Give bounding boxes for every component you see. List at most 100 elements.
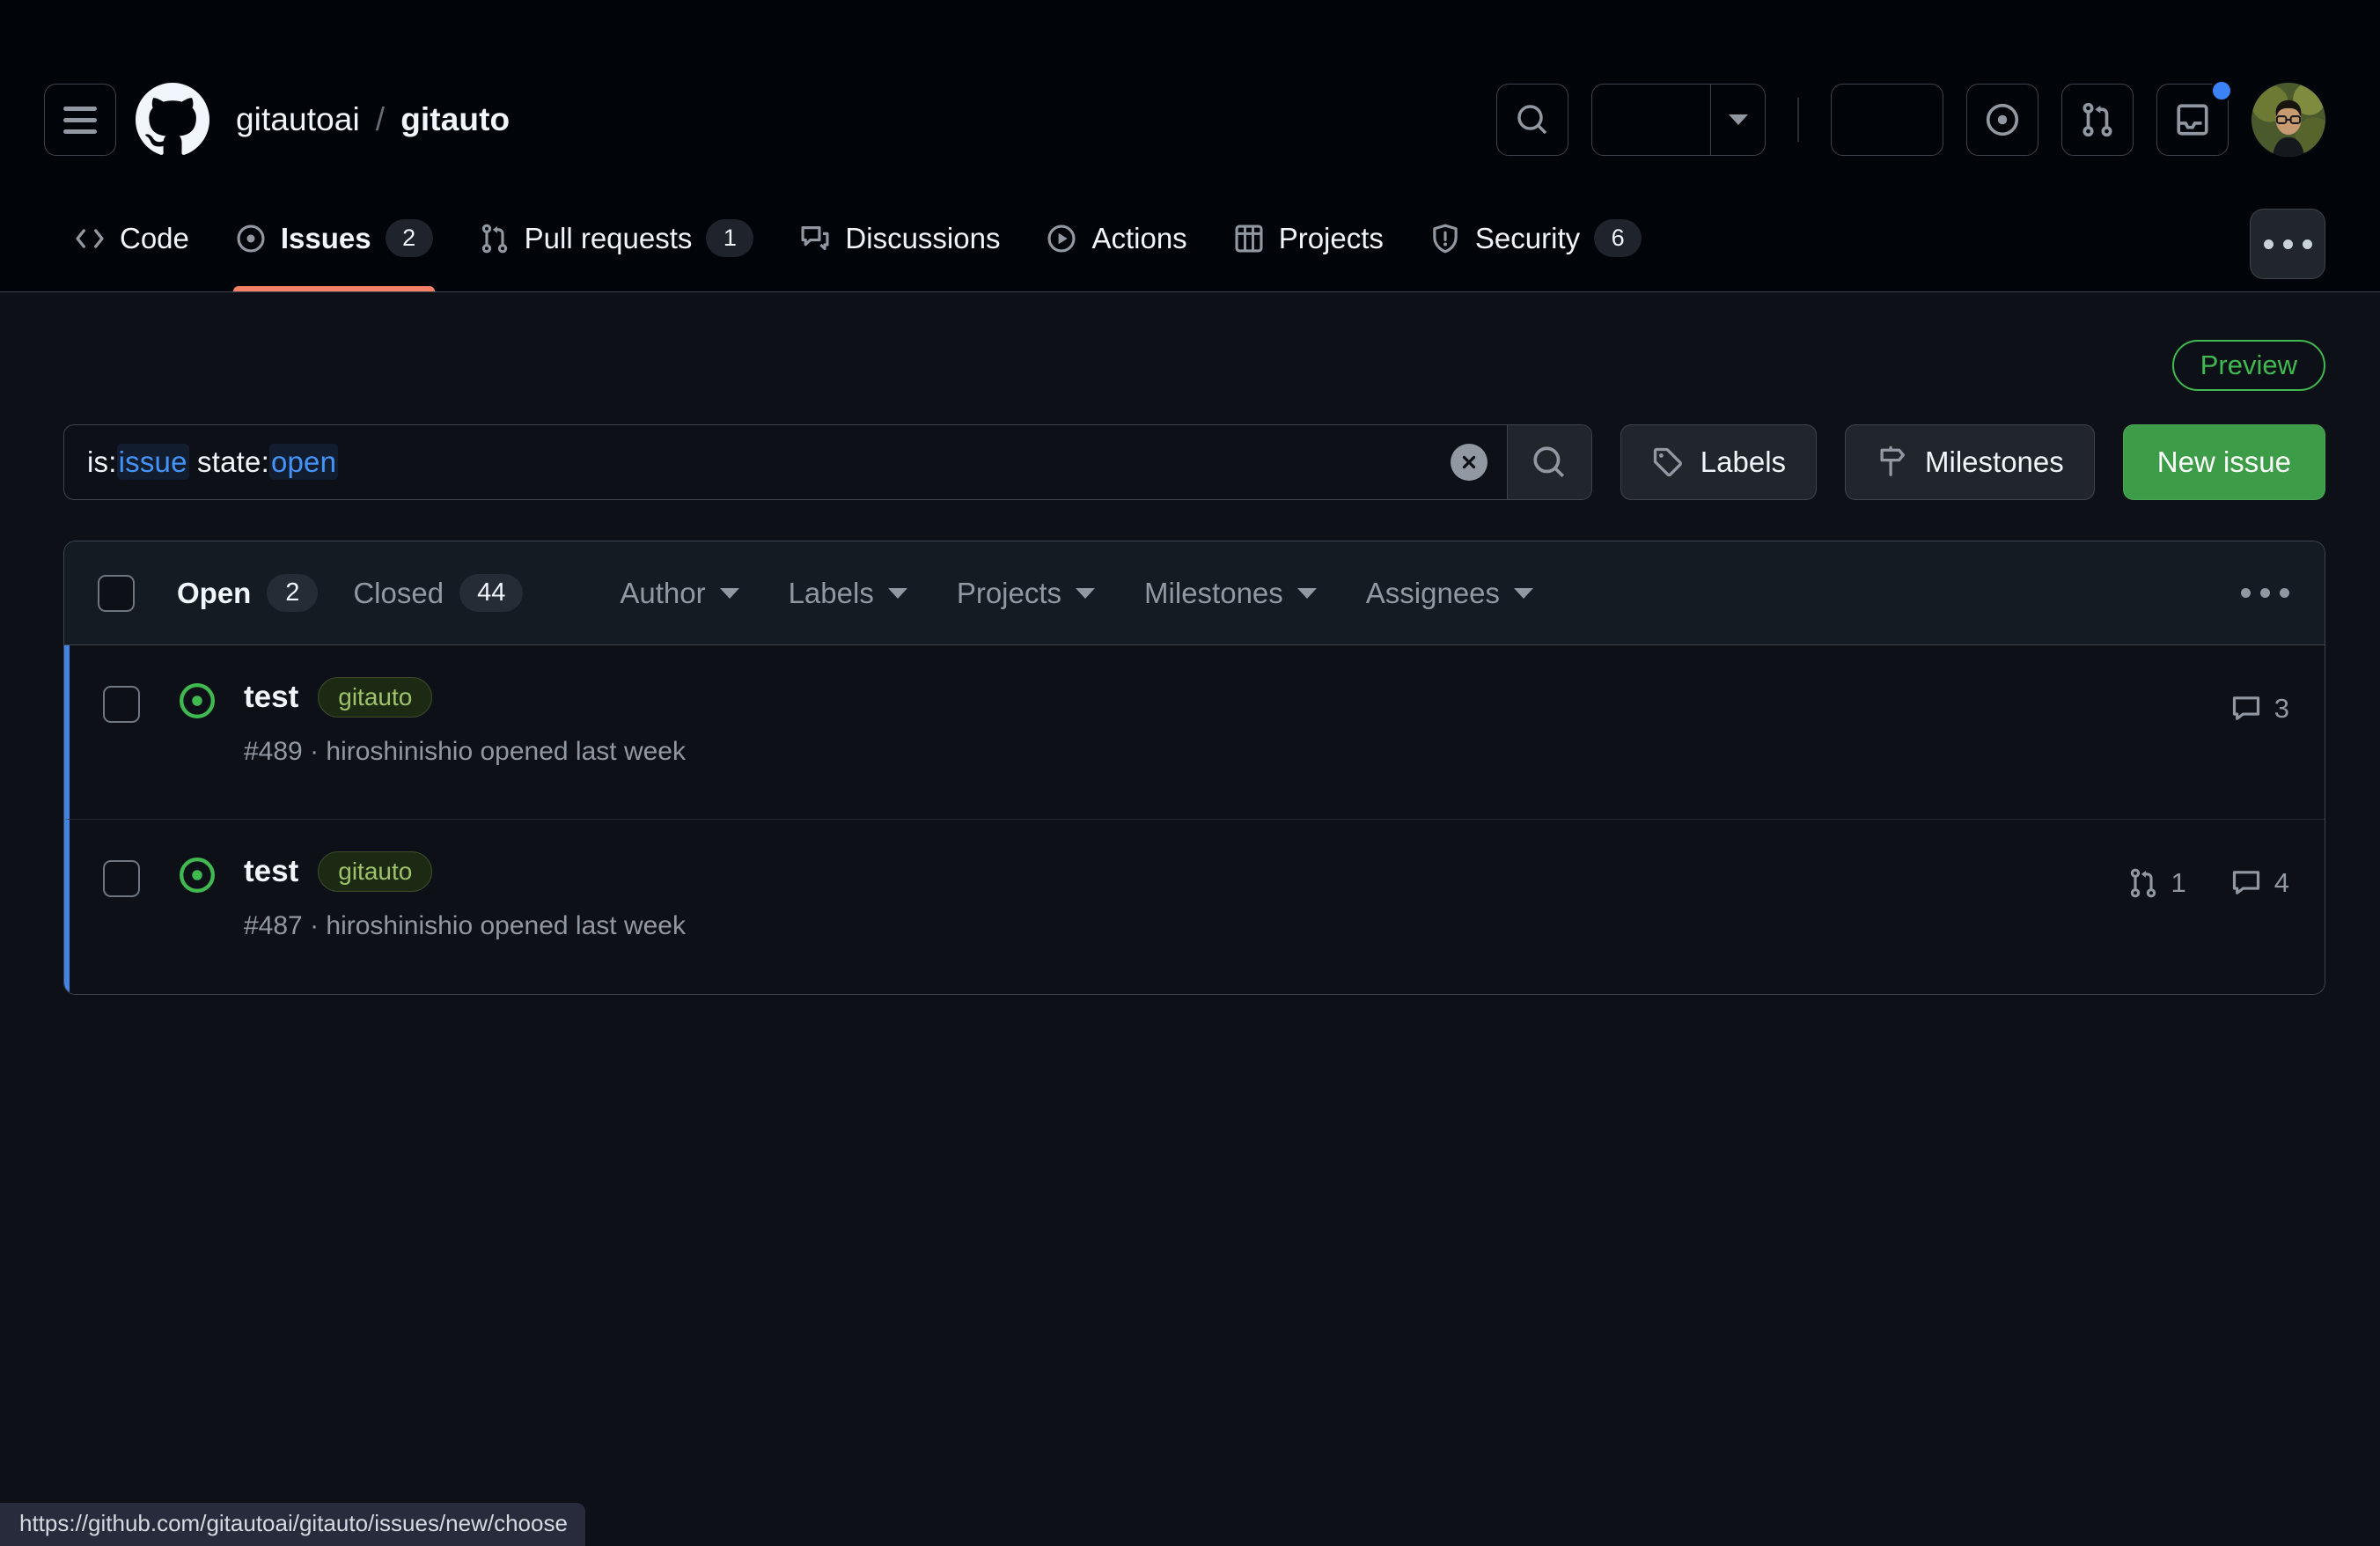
issues-filter-bar: Open 2 Closed 44 Author Labels [64,541,2325,645]
tab-discussions[interactable]: Discussions [776,185,1023,291]
hamburger-menu-button[interactable] [44,84,116,156]
status-bar-url: https://github.com/gitautoai/gitauto/iss… [0,1503,585,1546]
tab-issues[interactable]: Issues 2 [212,185,456,291]
issues-panel: Open 2 Closed 44 Author Labels [63,541,2325,995]
filter-closed-count: 44 [459,574,523,612]
github-mark-icon[interactable] [136,83,209,157]
table-row[interactable]: test gitauto #487 · hiroshinishio opened… [64,820,2325,994]
issue-checkbox[interactable] [103,686,140,723]
tab-security[interactable]: Security 6 [1407,185,1664,291]
comment-count-label: 4 [2274,867,2289,899]
copilot-button[interactable] [1592,85,1710,155]
preview-badge[interactable]: Preview [2172,340,2325,391]
global-search-button[interactable] [1496,84,1568,156]
global-header: gitautoai / gitauto [0,55,2380,185]
issue-meta: #489 · hiroshinishio opened last week [244,737,2230,767]
select-all-checkbox[interactable] [98,575,135,612]
tab-code[interactable]: Code [51,185,212,291]
your-pull-requests-button[interactable] [2061,84,2134,156]
filter-overflow-button[interactable] [2241,588,2289,598]
filter-projects[interactable]: Projects [957,577,1095,610]
filter-closed[interactable]: Closed 44 [353,574,523,612]
issue-meta: #487 · hiroshinishio opened last week [244,911,2127,941]
breadcrumb-owner[interactable]: gitautoai [236,101,360,138]
search-submit-button[interactable] [1507,425,1591,499]
create-new-button[interactable] [1832,85,1943,155]
issue-search-input[interactable]: is:issue state:open [63,424,1592,500]
kebab-horizontal-icon [2264,239,2273,249]
tab-label: Discussions [845,222,1000,255]
issue-body: test gitauto #489 · hiroshinishio opened… [244,677,2230,767]
search-value-open: open [269,444,338,480]
milestones-button[interactable]: Milestones [1845,424,2095,500]
avatar-image [2251,83,2325,157]
filter-labels[interactable]: Labels [789,577,907,610]
tab-label: Projects [1279,222,1384,255]
issue-comment-count[interactable]: 4 [2230,867,2289,899]
repo-nav: Code Issues 2 Pull requests 1 [0,185,2380,292]
play-icon [1046,223,1077,254]
tab-label: Code [120,222,189,255]
new-issue-button[interactable]: New issue [2123,424,2325,500]
issue-opened-icon [177,855,217,895]
chevron-down-icon [1729,114,1748,125]
tab-pull-requests[interactable]: Pull requests 1 [456,185,777,291]
issue-body: test gitauto #487 · hiroshinishio opened… [244,851,2127,941]
issue-opened-icon [177,681,217,721]
filter-assignees-label: Assignees [1366,577,1500,610]
comment-discussion-icon [799,223,831,254]
filter-author[interactable]: Author [620,577,738,610]
chevron-down-icon [1076,588,1095,599]
copilot-split-button[interactable] [1591,84,1766,156]
notification-indicator-dot [2210,79,2233,102]
issue-title[interactable]: test [244,854,298,889]
issue-linked-pr-count[interactable]: 1 [2127,867,2186,899]
breadcrumb-separator: / [376,101,385,138]
issue-opened-icon [1984,101,2021,138]
kebab-horizontal-icon [2241,588,2251,598]
search-icon [1515,102,1550,137]
your-issues-button[interactable] [1966,84,2038,156]
shield-icon [1429,223,1461,254]
filter-milestones[interactable]: Milestones [1144,577,1317,610]
search-icon [1531,444,1568,481]
tab-actions[interactable]: Actions [1023,185,1209,291]
filter-labels-label: Labels [789,577,874,610]
main-content: Preview is:issue state:open Lab [0,292,2380,995]
issue-checkbox[interactable] [103,860,140,897]
labels-button-label: Labels [1701,445,1786,479]
issue-label-chip[interactable]: gitauto [318,851,432,892]
tab-projects[interactable]: Projects [1210,185,1407,291]
filter-open-label: Open [177,577,251,610]
issue-comment-count[interactable]: 3 [2230,693,2289,725]
tab-label: Security [1475,222,1580,255]
tab-label: Pull requests [525,222,693,255]
project-icon [1233,223,1265,254]
create-new-split-button[interactable] [1831,84,1943,156]
filter-assignees[interactable]: Assignees [1366,577,1533,610]
table-row[interactable]: test gitauto #489 · hiroshinishio opened… [64,645,2325,820]
filter-open[interactable]: Open 2 [177,574,318,612]
clear-search-button[interactable] [1451,444,1488,481]
search-row: is:issue state:open Labels [63,424,2325,500]
issue-title[interactable]: test [244,680,298,715]
avatar[interactable] [2251,83,2325,157]
copilot-dropdown-button[interactable] [1710,85,1765,155]
nav-overflow-button[interactable] [2250,209,2325,279]
issue-side-meta: 1 4 [2127,867,2290,899]
chevron-down-icon [1514,588,1533,599]
issue-label-chip[interactable]: gitauto [318,677,432,718]
notifications-wrapper [2156,84,2229,156]
new-issue-button-label: New issue [2157,445,2291,479]
breadcrumb-repo[interactable]: gitauto [400,101,510,138]
issue-opened-icon [235,223,267,254]
filter-closed-label: Closed [353,577,444,610]
filter-author-label: Author [620,577,705,610]
comment-count-label: 3 [2274,693,2289,725]
labels-button[interactable]: Labels [1620,424,1817,500]
breadcrumb: gitautoai / gitauto [236,101,510,138]
comment-icon [2230,693,2262,725]
tab-counter: 6 [1594,219,1642,258]
comment-icon [2230,867,2262,899]
issue-title-line: test gitauto [244,677,2230,718]
